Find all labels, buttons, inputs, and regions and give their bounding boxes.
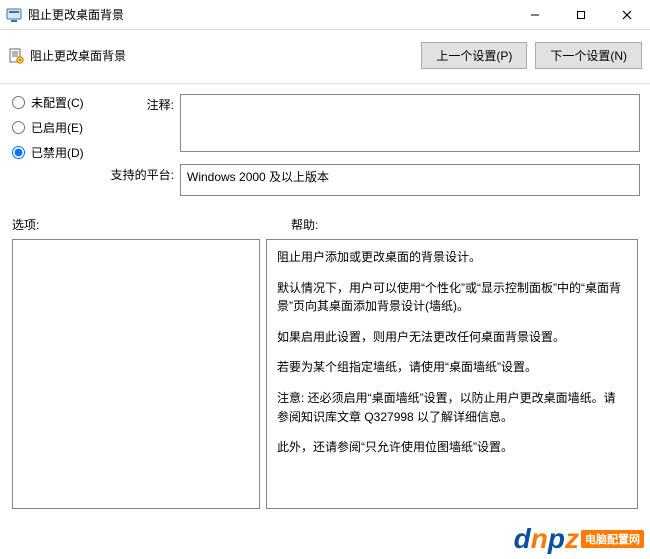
watermark-letter: n (531, 523, 548, 554)
watermark-letter: d (514, 523, 531, 554)
window-controls (512, 0, 650, 29)
toolbar: 阻止更改桌面背景 上一个设置(P) 下一个设置(N) (0, 30, 650, 84)
watermark: dnpz电脑配置网 (514, 523, 644, 555)
options-panel (12, 239, 260, 509)
minimize-icon (530, 10, 540, 20)
previous-setting-button[interactable]: 上一个设置(P) (421, 42, 527, 69)
watermark-tag: 电脑配置网 (581, 530, 644, 548)
platform-label: 支持的平台: (110, 164, 180, 196)
close-button[interactable] (604, 0, 650, 29)
help-paragraph: 此外，还请参阅“只允许使用位图墙纸”设置。 (277, 438, 627, 457)
state-radio-group: 未配置(C) 已启用(E) 已禁用(D) (10, 94, 110, 208)
policy-window-icon (6, 7, 22, 23)
titlebar: 阻止更改桌面背景 (0, 0, 650, 30)
radio-disabled-input[interactable] (12, 146, 25, 159)
panels-row: 阻止用户添加或更改桌面的背景设计。默认情况下，用户可以使用“个性化”或“显示控制… (0, 239, 650, 509)
window-title: 阻止更改桌面背景 (28, 6, 512, 23)
comment-input[interactable] (180, 94, 640, 152)
options-label: 选项: (12, 216, 257, 233)
platform-value: Windows 2000 及以上版本 (180, 164, 640, 196)
next-setting-button[interactable]: 下一个设置(N) (535, 42, 642, 69)
radio-not-configured-label: 未配置(C) (31, 94, 84, 111)
help-paragraph: 若要为某个组指定墙纸，请使用“桌面墙纸”设置。 (277, 358, 627, 377)
policy-title: 阻止更改桌面背景 (30, 47, 413, 64)
radio-enabled-label: 已启用(E) (31, 119, 83, 136)
radio-not-configured-input[interactable] (12, 96, 25, 109)
radio-disabled-label: 已禁用(D) (31, 144, 84, 161)
close-icon (622, 10, 632, 20)
radio-enabled-input[interactable] (12, 121, 25, 134)
help-paragraph: 阻止用户添加或更改桌面的背景设计。 (277, 248, 627, 267)
radio-disabled[interactable]: 已禁用(D) (10, 144, 110, 161)
radio-not-configured[interactable]: 未配置(C) (10, 94, 110, 111)
help-label: 帮助: (257, 216, 318, 233)
section-labels: 选项: 帮助: (0, 212, 650, 239)
platform-row: 支持的平台: Windows 2000 及以上版本 (110, 164, 640, 196)
help-panel: 阻止用户添加或更改桌面的背景设计。默认情况下，用户可以使用“个性化”或“显示控制… (266, 239, 638, 509)
help-paragraph: 注意: 还必须启用“桌面墙纸”设置，以防止用户更改桌面墙纸。请参阅知识库文章 Q… (277, 389, 627, 426)
comment-label: 注释: (110, 94, 180, 152)
maximize-icon (576, 10, 586, 20)
policy-icon (8, 48, 24, 64)
watermark-letter: z (565, 523, 579, 554)
watermark-letter: p (548, 523, 565, 554)
fields-column: 注释: 支持的平台: Windows 2000 及以上版本 (110, 94, 640, 208)
help-paragraph: 默认情况下，用户可以使用“个性化”或“显示控制面板”中的“桌面背景”页向其桌面添… (277, 279, 627, 316)
comment-row: 注释: (110, 94, 640, 152)
help-paragraph: 如果启用此设置，则用户无法更改任何桌面背景设置。 (277, 328, 627, 347)
maximize-button[interactable] (558, 0, 604, 29)
config-section: 未配置(C) 已启用(E) 已禁用(D) 注释: 支持的平台: Windows … (0, 84, 650, 212)
minimize-button[interactable] (512, 0, 558, 29)
radio-enabled[interactable]: 已启用(E) (10, 119, 110, 136)
